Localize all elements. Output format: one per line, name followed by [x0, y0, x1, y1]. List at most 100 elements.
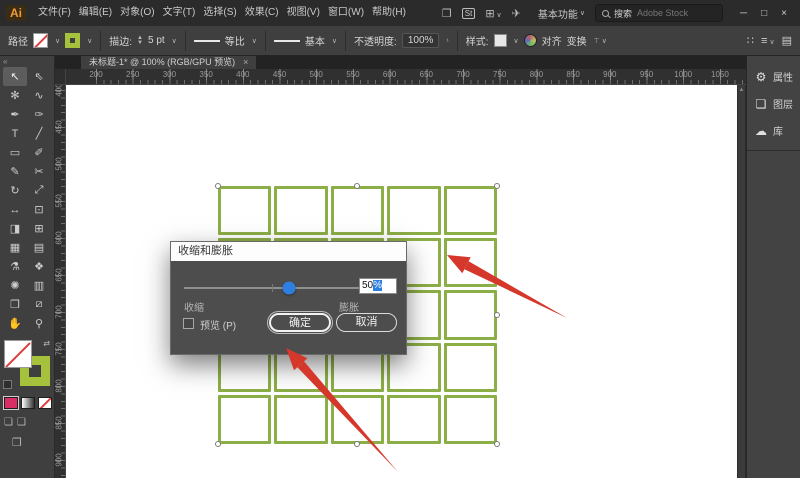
menu-文件F[interactable]: 文件(F)	[34, 7, 75, 18]
preview-checkbox[interactable]	[183, 318, 194, 329]
maximize-button[interactable]: □	[754, 8, 774, 19]
tool-rotate-icon[interactable]: ↻	[3, 181, 27, 200]
arrange-documents-icon[interactable]: ⊞∨	[480, 7, 506, 20]
ruler-origin-corner[interactable]	[55, 69, 66, 85]
screen-mode-icon[interactable]: ❐	[12, 436, 54, 449]
brush-value[interactable]: 基本	[305, 33, 325, 48]
close-button[interactable]: ×	[774, 8, 794, 19]
draw-behind-icon[interactable]: ❏	[17, 417, 26, 428]
tool-width-icon[interactable]: ↔	[3, 200, 27, 219]
menu-编辑E[interactable]: 编辑(E)	[75, 7, 116, 18]
tool-type-icon[interactable]: T	[3, 124, 27, 143]
grid-cell[interactable]	[331, 395, 384, 444]
gradient-button[interactable]	[21, 397, 35, 409]
grid-cell[interactable]	[274, 186, 327, 235]
search-input[interactable]: 搜索 Adobe Stock	[595, 4, 723, 22]
align-button[interactable]: 对齐	[542, 33, 562, 48]
horizontal-ruler[interactable]: 2002503003504004505005506006507007508008…	[66, 69, 746, 85]
tool-mesh-icon[interactable]: ▦	[3, 238, 27, 257]
minimize-button[interactable]: ─	[733, 8, 754, 19]
tool-scissors-icon[interactable]: ✂	[27, 162, 51, 181]
color-button[interactable]	[4, 397, 18, 409]
dock-item-layers[interactable]: ❏图层	[747, 90, 800, 117]
draw-normal-icon[interactable]: ❏	[4, 417, 13, 428]
style-swatch[interactable]	[494, 34, 507, 47]
grid-cell[interactable]	[274, 395, 327, 444]
tool-symbol-sprayer-icon[interactable]: ✺	[3, 276, 27, 295]
selection-handle-bm[interactable]	[354, 441, 360, 447]
opacity-chevron-icon[interactable]: ›	[446, 37, 448, 44]
tool-slice-icon[interactable]: ⧄	[27, 295, 51, 314]
tool-free-transform-icon[interactable]: ⊡	[27, 200, 51, 219]
tool-lasso-icon[interactable]: ∿	[27, 86, 51, 105]
tool-column-graph-icon[interactable]: ▥	[27, 276, 51, 295]
tool-shape-builder-icon[interactable]: ◨	[3, 219, 27, 238]
workspace-switcher[interactable]: 基本功能∨	[538, 6, 585, 21]
grid-cell[interactable]	[387, 186, 440, 235]
grid-cell[interactable]	[218, 395, 271, 444]
fill-color-swatch[interactable]	[33, 33, 48, 48]
menu-视图V[interactable]: 视图(V)	[283, 7, 324, 18]
menu-帮助H[interactable]: 帮助(H)	[368, 7, 410, 18]
stroke-color-swatch[interactable]	[65, 33, 80, 48]
tool-pen-icon[interactable]: ✒	[3, 105, 27, 124]
tool-gradient-icon[interactable]: ▤	[27, 238, 51, 257]
tool-magic-wand-icon[interactable]: ✻	[3, 86, 27, 105]
collapse-tools-icon[interactable]: «	[0, 57, 54, 67]
swap-fill-stroke-icon[interactable]: ⇄	[43, 339, 50, 348]
tool-rectangle-icon[interactable]: ▭	[3, 143, 27, 162]
tool-line-segment-icon[interactable]: ╱	[27, 124, 51, 143]
menu-文字T[interactable]: 文字(T)	[159, 7, 200, 18]
selection-handle-bl[interactable]	[215, 441, 221, 447]
tab-close-icon[interactable]: ×	[243, 56, 248, 69]
artboard-canvas[interactable]: 收缩和膨胀 50% 收缩 膨胀 预览 (P) 确定 取消	[66, 85, 737, 478]
none-button[interactable]	[38, 397, 52, 409]
grid-cell[interactable]	[444, 238, 497, 287]
selection-handle-mr[interactable]	[494, 312, 500, 318]
tool-zoom-icon[interactable]: ⚲	[27, 314, 51, 333]
menu-窗口W[interactable]: 窗口(W)	[324, 7, 368, 18]
panel-list-icon[interactable]: ≡∨	[761, 35, 775, 47]
tool-curvature-icon[interactable]: ✑	[27, 105, 51, 124]
vertical-ruler[interactable]: 400450500550600650700750800850900	[55, 85, 66, 478]
grid-cell[interactable]	[444, 290, 497, 339]
adobe-stock-icon[interactable]: St	[462, 8, 476, 19]
stroke-weight-value[interactable]: 5 pt	[148, 35, 165, 46]
share-icon[interactable]: ✈	[507, 7, 526, 20]
grid-cell[interactable]	[218, 186, 271, 235]
dock-item-properties[interactable]: ⚙属性	[747, 63, 800, 90]
menu-效果C[interactable]: 效果(C)	[241, 7, 283, 18]
panel-menu-icon[interactable]: ▤	[782, 34, 792, 47]
tool-blend-icon[interactable]: ❖	[27, 257, 51, 276]
transform-button[interactable]: 变换	[567, 33, 587, 48]
stroke-weight-stepper[interactable]: ▲▼	[137, 36, 143, 46]
selection-handle-br[interactable]	[494, 441, 500, 447]
tool-paintbrush-icon[interactable]: ✐	[27, 143, 51, 162]
document-tab[interactable]: 未标题-1* @ 100% (RGB/GPU 预览) ×	[81, 56, 256, 69]
tool-selection-icon[interactable]: ↖	[3, 67, 27, 86]
menu-对象O[interactable]: 对象(O)	[116, 7, 158, 18]
amount-input[interactable]: 50%	[359, 278, 397, 294]
tool-shaper-icon[interactable]: ✎	[3, 162, 27, 181]
default-fill-stroke-icon[interactable]	[3, 380, 10, 387]
grid-cell[interactable]	[387, 395, 440, 444]
width-profile-value[interactable]: 等比	[225, 33, 245, 48]
tool-direct-selection-icon[interactable]: ⇖	[27, 67, 51, 86]
vertical-scrollbar[interactable]: ▲	[737, 85, 745, 478]
fill-proxy[interactable]	[4, 340, 32, 368]
selection-handle-tl[interactable]	[215, 183, 221, 189]
ok-button[interactable]: 确定	[269, 313, 331, 332]
selection-handle-tm[interactable]	[354, 183, 360, 189]
document-pages-icon[interactable]: ❒	[437, 7, 457, 20]
tool-scale-icon[interactable]: ⤢	[27, 181, 51, 200]
recolor-artwork-icon[interactable]	[524, 34, 537, 47]
dock-item-libraries[interactable]: ☁库	[747, 117, 800, 144]
menu-选择S[interactable]: 选择(S)	[199, 7, 240, 18]
grid-cell[interactable]	[444, 343, 497, 392]
amount-slider-track[interactable]	[184, 287, 359, 289]
tool-perspective-grid-icon[interactable]: ⊞	[27, 219, 51, 238]
selection-handle-tr[interactable]	[494, 183, 500, 189]
grid-cell[interactable]	[444, 395, 497, 444]
dots-grid-icon[interactable]: ∷	[747, 34, 754, 47]
opacity-value[interactable]: 100%	[402, 33, 440, 48]
